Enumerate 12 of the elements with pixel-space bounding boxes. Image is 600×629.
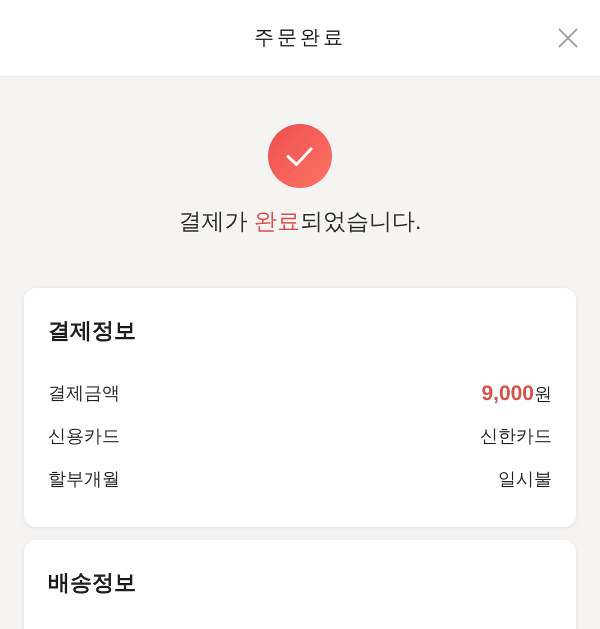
info-value: 신한카드 [480,425,552,448]
card-title: 결제정보 [48,317,137,345]
close-button[interactable] [558,28,578,48]
info-value: 일시불 [498,468,552,491]
check-icon [268,124,332,188]
info-label: 신용카드 [48,425,120,448]
result-message: 결제가 완료되었습니다. [178,207,422,236]
card-title: 배송정보 [48,569,137,597]
info-label: 결제금액 [48,382,120,405]
page-title: 주문완료 [254,26,346,51]
info-label: 할부개월 [48,468,120,491]
amount-value: 9,000원 [481,380,552,407]
